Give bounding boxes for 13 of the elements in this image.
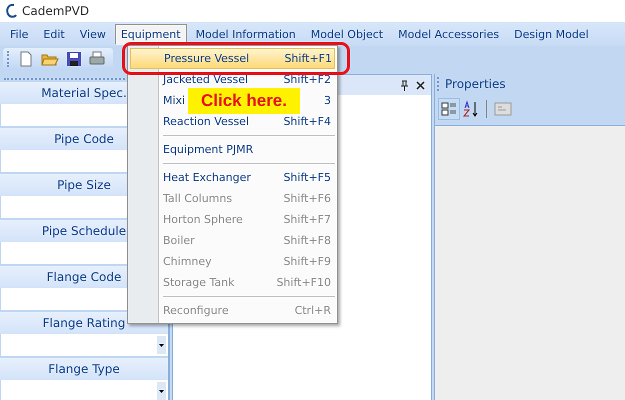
window-title: CademPVD bbox=[22, 4, 90, 18]
menu-item[interactable]: File bbox=[4, 24, 34, 44]
menu-item[interactable]: View bbox=[74, 24, 112, 44]
menu-item[interactable]: Edit bbox=[37, 24, 71, 44]
panel-title: Properties bbox=[445, 77, 506, 91]
click-here-tooltip: Click here. bbox=[188, 88, 300, 114]
menu-item[interactable]: Pressure Vessel Shift+F1 bbox=[130, 48, 335, 69]
menu-item[interactable]: Model Information bbox=[190, 24, 302, 44]
menu-item[interactable]: Design Model bbox=[508, 24, 595, 44]
menu-item[interactable]: Equipment bbox=[114, 24, 187, 44]
menu-item[interactable]: Model Accessories bbox=[392, 24, 506, 44]
menu-item[interactable]: Model Object bbox=[304, 24, 390, 44]
field-label: Flange Type bbox=[0, 358, 168, 380]
